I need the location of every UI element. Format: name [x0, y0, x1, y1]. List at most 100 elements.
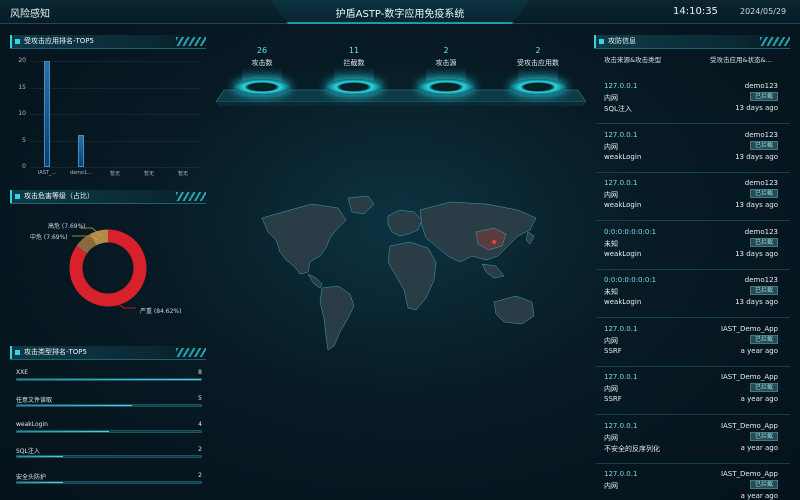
type-rank-name: SQL注入	[16, 448, 40, 455]
stripes-decoration	[176, 192, 206, 201]
map-southeast-asia	[481, 263, 505, 279]
stat-label: 攻击源	[435, 59, 457, 67]
type-rank-value: 5	[198, 395, 202, 402]
stat-pedestal	[326, 79, 382, 95]
gridline	[30, 140, 200, 142]
panel-title-type-rank: 攻击类型排名-TOP5	[10, 346, 206, 359]
attack-time-ago: a year ago	[740, 346, 778, 355]
attacked-app: demo123	[744, 276, 778, 284]
map-europe	[387, 209, 423, 237]
type-rank-fill	[17, 405, 132, 406]
severity-label-medium: 中危 (7.69%)	[30, 234, 68, 241]
panel-divider	[10, 203, 206, 204]
attack-status-badge: 已拦截	[749, 480, 778, 489]
panel-title-attack-info: 攻防信息	[594, 35, 790, 48]
attack-source-zone: 内网	[604, 142, 618, 151]
attack-list-item[interactable]: 127.0.0.1 内网 SSRF IAST_Demo_App 已拦截 a year ag…	[596, 319, 790, 367]
type-rank-value: 2	[198, 446, 202, 453]
attack-type: 不安全的反序列化	[604, 444, 660, 453]
attack-source-ip: 0:0:0:0:0:0:0:1	[604, 227, 657, 236]
panel-title-text: 受攻击应用排名-TOP5	[24, 37, 94, 45]
type-rank-name: 安全头防护	[16, 474, 47, 481]
attack-time-ago: a year ago	[740, 395, 778, 403]
attack-source-ip: 0:0:0:0:0:0:0:1	[604, 276, 657, 284]
x-tick-label: 暂无	[177, 171, 188, 177]
attack-status-badge: 已拦截	[749, 140, 778, 150]
bar[interactable]	[78, 135, 84, 167]
map-australia	[493, 295, 535, 325]
map-central-america	[307, 273, 323, 289]
attacked-app: IAST_Demo_App	[720, 421, 778, 430]
attack-list-item[interactable]: 127.0.0.1 内网 weakLogin demo123 已拦截 13 days ag…	[596, 125, 790, 173]
attack-time-ago: a year ago	[740, 492, 778, 500]
attacked-app: IAST_Demo_App	[720, 373, 778, 381]
attack-list-item[interactable]: 127.0.0.1 内网 不安全的反序列化 IAST_Demo_App 已拦截 a yea…	[596, 416, 790, 464]
x-tick-label: 暂无	[109, 171, 120, 177]
stat-pedestal	[234, 79, 290, 95]
panel-title-text: 攻击类型排名-TOP5	[24, 348, 87, 356]
attack-time-ago: 13 days ago	[735, 152, 778, 161]
attacked-app: demo123	[744, 179, 778, 187]
top-bar: 风险感知 护盾ASTP-数字应用免疫系统 14:10:35 2024/05/29	[0, 0, 800, 24]
stat-blocked: 11 拦截数	[319, 46, 389, 68]
stat-pedestal	[418, 79, 474, 95]
gridline	[30, 114, 200, 115]
stat-label: 拦截数	[343, 59, 365, 67]
type-rank-row: 任意文件读取 5	[16, 395, 202, 415]
attack-list-item[interactable]: 0:0:0:0:0:0:0:1 未知 weakLogin demo123 已拦截 13 d…	[596, 270, 790, 318]
type-rank-track	[16, 430, 202, 433]
attack-list-item[interactable]: 127.0.0.1 内网 SSRF IAST_Demo_App 已拦截 a year ag…	[596, 367, 790, 415]
x-tick-label: IAST_...	[37, 170, 57, 176]
panel-marker-icon	[15, 194, 20, 199]
attack-list-item[interactable]: 0:0:0:0:0:0:0:1 未知 weakLogin demo123 已拦截 13 d…	[596, 222, 790, 270]
severity-label-severe: 严重 (84.62%)	[140, 308, 182, 315]
panel-marker-icon	[15, 350, 20, 355]
panel-divider	[10, 359, 206, 360]
stat-label: 攻击数	[251, 59, 273, 67]
panel-marker-icon	[599, 39, 604, 44]
attack-list-item[interactable]: 127.0.0.1 内网 SQL注入 demo123 已拦截 13 days ago	[596, 76, 790, 124]
type-rank-row: XXE 8	[16, 369, 202, 389]
stat-value: 2	[443, 46, 449, 55]
attack-col-source-type: 攻击来源&攻击类型	[604, 56, 662, 64]
attack-time-ago: 13 days ago	[735, 201, 778, 209]
attacked-app: demo123	[744, 130, 778, 139]
type-rank-name: weakLogin	[16, 421, 48, 428]
attack-source-marker	[492, 240, 496, 244]
attack-status-badge: 已拦截	[749, 286, 778, 295]
attack-list-item[interactable]: 127.0.0.1 内网 IAST_Demo_App 已拦截 a year ago	[596, 464, 790, 500]
type-rank-row: 安全头防护 2	[16, 472, 202, 492]
attack-time-ago: 13 days ago	[735, 249, 778, 258]
severity-label-high: 高危 (7.69%)	[48, 223, 86, 230]
type-rank-value: 4	[198, 421, 202, 428]
attack-time-ago: 13 days ago	[735, 104, 778, 112]
attack-source-ip: 127.0.0.1	[604, 324, 638, 333]
type-rank-row: weakLogin 4	[16, 421, 202, 441]
y-tick-label: 10	[18, 110, 26, 117]
type-rank-row: SQL注入 2	[16, 446, 202, 466]
leader-line-severe	[117, 303, 136, 309]
x-tick-label: demo1...	[69, 170, 93, 176]
attack-status-badge: 已拦截	[749, 334, 778, 344]
attack-type: weakLogin	[604, 201, 642, 209]
attack-source-ip: 127.0.0.1	[604, 179, 638, 187]
panel-divider	[594, 48, 790, 49]
attack-source-zone: 内网	[604, 191, 618, 199]
attack-source-zone: 未知	[604, 239, 618, 248]
bar[interactable]	[44, 61, 50, 167]
stripes-decoration	[760, 37, 790, 46]
attack-status-badge: 已拦截	[749, 383, 778, 392]
type-rank-name: XXE	[16, 369, 29, 376]
type-rank-track	[16, 455, 202, 458]
attacked-app: demo123	[744, 82, 778, 90]
attack-list-item[interactable]: 127.0.0.1 内网 weakLogin demo123 已拦截 13 days ag…	[596, 173, 790, 221]
map-greenland	[347, 195, 375, 215]
map-africa	[387, 241, 437, 311]
stat-value: 2	[535, 46, 541, 55]
gridline	[30, 87, 200, 89]
panel-title-text: 攻防信息	[608, 37, 636, 45]
type-rank-name: 任意文件读取	[16, 397, 53, 404]
attacked-app: IAST_Demo_App	[720, 470, 778, 478]
attack-source-ip: 127.0.0.1	[604, 421, 638, 430]
stripes-decoration	[176, 37, 206, 46]
